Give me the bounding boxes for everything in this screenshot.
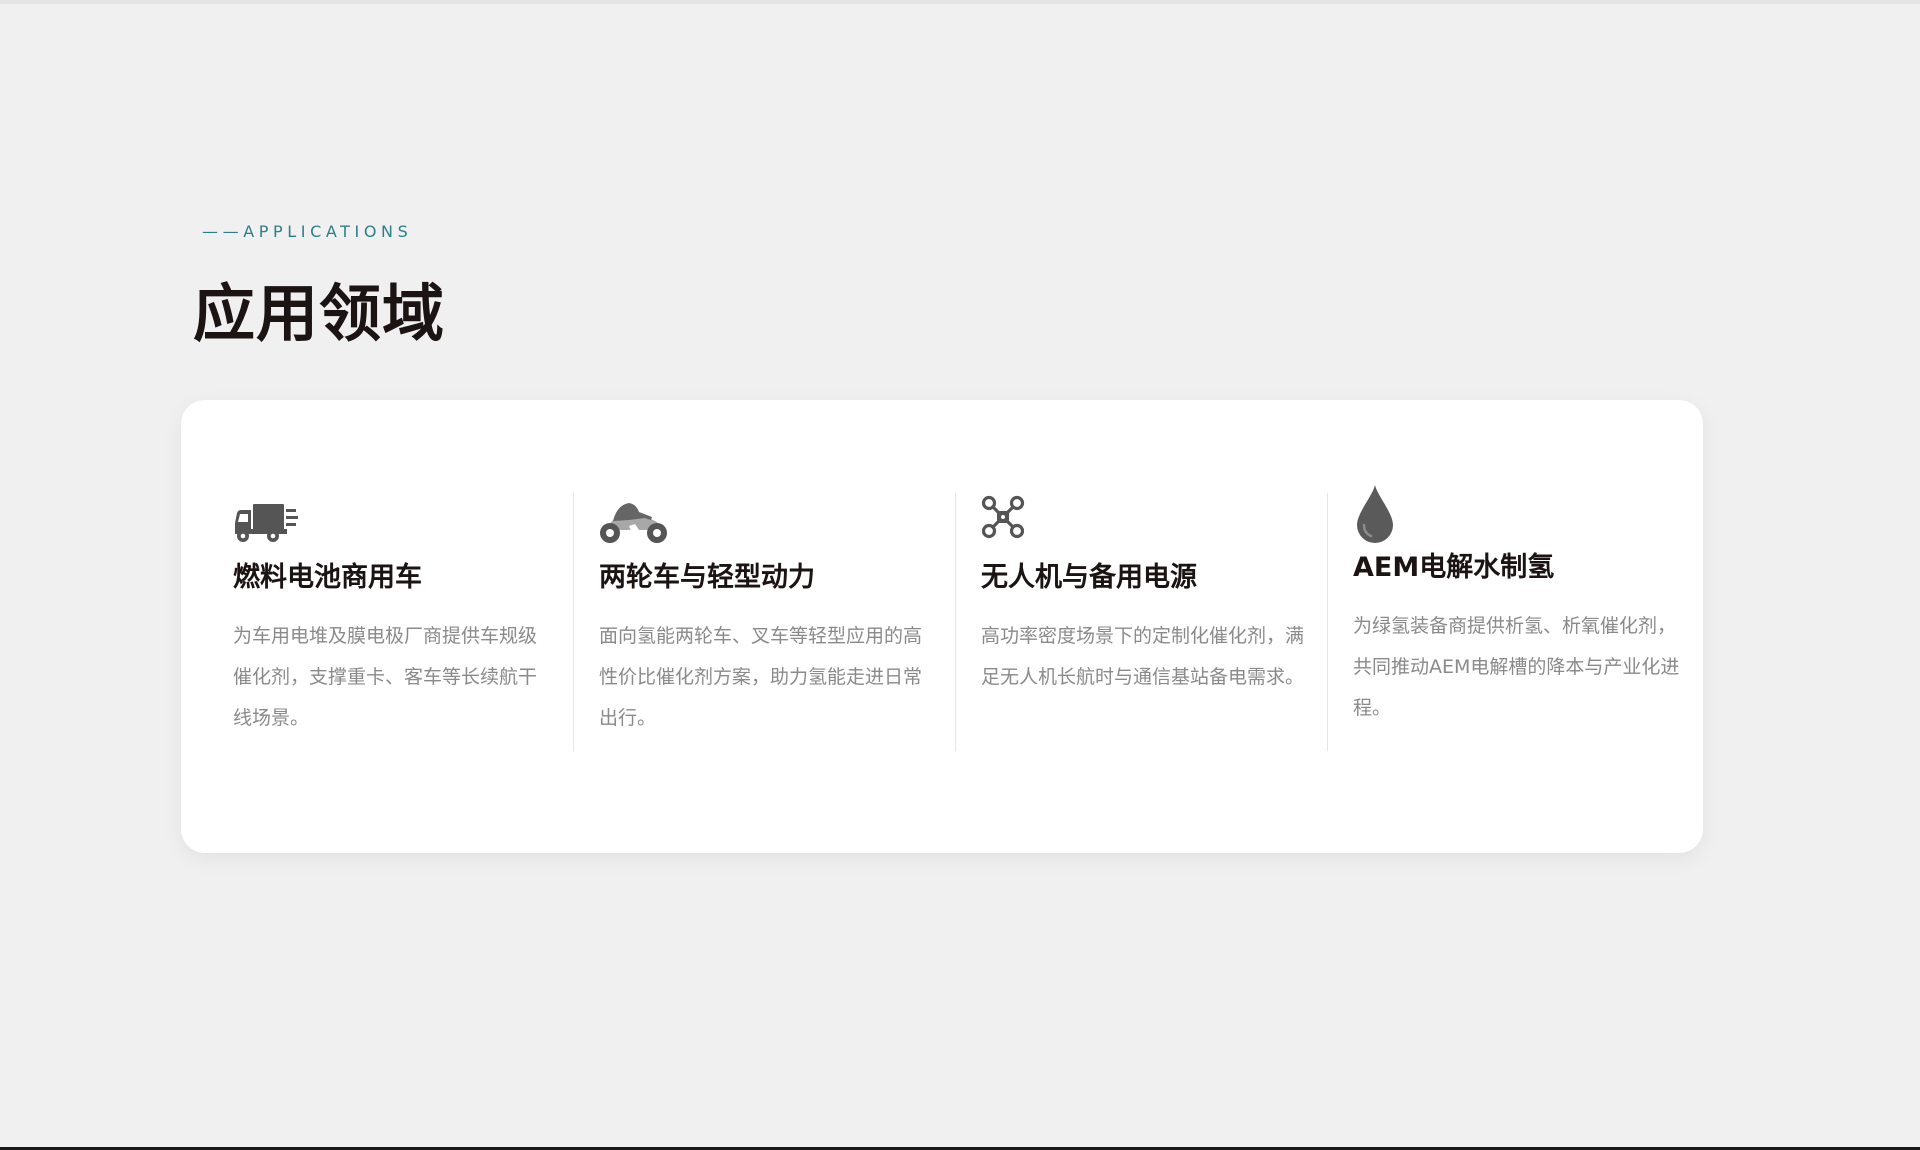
application-item-drone-backup-power: 无人机与备用电源 高功率密度场景下的定制化催化剂，满足无人机长航时与通信基站备电… xyxy=(955,493,1305,751)
application-item-two-wheeler: 两轮车与轻型动力 面向氢能两轮车、叉车等轻型应用的高性价比催化剂方案，助力氢能走… xyxy=(573,493,929,751)
page-title: 应用领域 xyxy=(193,277,446,350)
application-title: 燃料电池商用车 xyxy=(233,562,422,593)
section-eyebrow: ——APPLICATIONS xyxy=(202,222,413,241)
application-description: 面向氢能两轮车、叉车等轻型应用的高性价比催化剂方案，助力氢能走进日常出行。 xyxy=(599,625,923,729)
application-description: 高功率密度场景下的定制化催化剂，满足无人机长航时与通信基站备电需求。 xyxy=(981,625,1305,688)
application-title: 无人机与备用电源 xyxy=(981,562,1197,593)
drone-icon xyxy=(981,493,1305,545)
truck-icon xyxy=(233,493,553,545)
water-drop-icon xyxy=(1353,483,1687,543)
application-description: 为车用电堆及膜电极厂商提供车规级催化剂，支撑重卡、客车等长续航干线场景。 xyxy=(233,625,538,729)
application-description: 为绿氢装备商提供析氢、析氧催化剂，共同推动AEM电解槽的降本与产业化进程。 xyxy=(1353,615,1680,719)
application-title: 两轮车与轻型动力 xyxy=(599,562,815,593)
column-divider xyxy=(1327,493,1328,751)
top-border xyxy=(0,0,1920,4)
column-divider xyxy=(573,493,574,751)
application-item-aem-electrolysis: AEM电解水制氢 为绿氢装备商提供析氢、析氧催化剂，共同推动AEM电解槽的降本与… xyxy=(1327,485,1687,751)
application-title: AEM电解水制氢 xyxy=(1353,552,1555,583)
motorcycle-icon xyxy=(599,493,929,545)
applications-card: 燃料电池商用车 为车用电堆及膜电极厂商提供车规级催化剂，支撑重卡、客车等长续航干… xyxy=(181,400,1703,853)
column-divider xyxy=(955,493,956,751)
application-item-fuel-cell-vehicle: 燃料电池商用车 为车用电堆及膜电极厂商提供车规级催化剂，支撑重卡、客车等长续航干… xyxy=(233,493,553,751)
